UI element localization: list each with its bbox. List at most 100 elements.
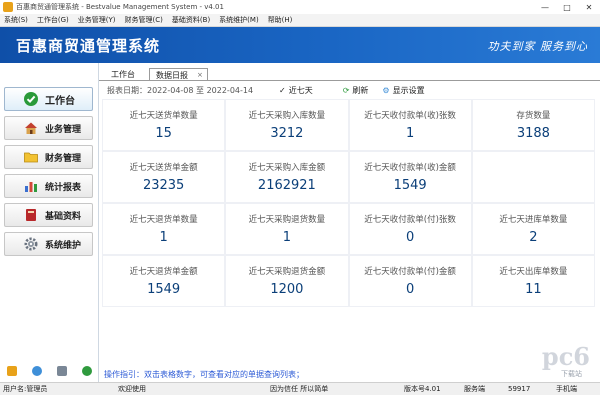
- window-title: 百惠商贸通管理系统 - Bestvalue Management System …: [16, 3, 224, 11]
- menu-maintenance[interactable]: 系统维护(M): [219, 15, 259, 25]
- sidebar-item-reports[interactable]: 统计报表: [4, 174, 93, 198]
- recent7-button[interactable]: ✓ 近七天: [279, 85, 313, 96]
- metric-value[interactable]: 1: [406, 126, 414, 141]
- window-controls: — □ ✕: [534, 0, 600, 14]
- metric-label: 近七天采购入库数量: [248, 111, 326, 121]
- metric-cell[interactable]: 近七天收付款单(付)张数 0: [349, 204, 471, 254]
- sidebar-item-maintenance[interactable]: 系统维护: [4, 232, 93, 256]
- status-welcome: 欢迎使用: [118, 385, 146, 393]
- metric-cell[interactable]: 近七天退货单数量 1: [103, 204, 225, 254]
- metric-value[interactable]: 2: [529, 230, 537, 245]
- main-content: 工作台 数据日报 × 报表日期：2022-04-08 至 2022-04-14 …: [99, 63, 600, 382]
- metric-label: 近七天采购退货金额: [248, 267, 326, 277]
- metric-label: 近七天送货单数量: [129, 111, 198, 121]
- sidebar-item-label: 统计报表: [45, 182, 82, 193]
- tab-label: 数据日报: [156, 70, 188, 80]
- header-banner: 百惠商贸通管理系统 功夫到家 服务到心: [0, 27, 600, 63]
- monitor-icon[interactable]: [56, 366, 67, 376]
- close-tab-icon[interactable]: ×: [197, 71, 203, 79]
- settings-icon: ⚙: [382, 86, 390, 95]
- clock-icon[interactable]: [32, 366, 43, 376]
- title-bar: 百惠商贸通管理系统 - Bestvalue Management System …: [0, 0, 600, 14]
- recent7-label: 近七天: [288, 86, 313, 95]
- metric-cell[interactable]: 存货数量 3188: [472, 100, 594, 150]
- operation-hint: 操作指引：双击表格数字，可查看对应的单据查询列表；: [104, 370, 304, 379]
- metric-value[interactable]: 15: [155, 126, 172, 141]
- menu-basic-data[interactable]: 基础资料(B): [172, 15, 210, 25]
- metric-cell[interactable]: 近七天采购入库金额 2162921: [226, 152, 348, 202]
- app-logo: 百惠商贸通管理系统: [16, 37, 161, 55]
- metric-cell[interactable]: 近七天采购退货金额 1200: [226, 256, 348, 306]
- tab-divider: [99, 80, 600, 81]
- metric-cell[interactable]: 近七天送货单数量 15: [103, 100, 225, 150]
- status-phone: 手机端: [556, 385, 577, 393]
- metric-cell[interactable]: 近七天收付款单(收)金额 1549: [349, 152, 471, 202]
- metric-label: 近七天采购退货数量: [248, 215, 326, 225]
- metric-cell[interactable]: 近七天采购退货数量 1: [226, 204, 348, 254]
- slogan: 功夫到家 服务到心: [487, 40, 588, 53]
- maximize-button[interactable]: □: [556, 0, 578, 14]
- metric-cell[interactable]: 近七天进库单数量 2: [472, 204, 594, 254]
- metric-value[interactable]: 23235: [143, 178, 184, 193]
- check-circle-icon: [22, 91, 40, 107]
- metric-cell[interactable]: 近七天收付款单(付)金额 0: [349, 256, 471, 306]
- metrics-grid: 近七天送货单数量 15 近七天采购入库数量 3212 近七天收付款单(收)张数 1 存…: [102, 99, 595, 307]
- minimize-button[interactable]: —: [534, 0, 556, 14]
- watermark-sub: 下载站: [561, 370, 582, 378]
- metric-cell[interactable]: 近七天送货单金额 23235: [103, 152, 225, 202]
- exit-icon[interactable]: [81, 366, 92, 376]
- menu-finance[interactable]: 财务管理(C): [125, 15, 163, 25]
- refresh-button[interactable]: ⟳ 刷新: [343, 85, 369, 96]
- note-icon[interactable]: [7, 366, 18, 376]
- report-toolbar: 报表日期：2022-04-08 至 2022-04-14 ✓ 近七天 ⟳ 刷新 …: [99, 83, 600, 98]
- metric-label: 近七天退货单数量: [129, 215, 198, 225]
- sidebar-item-business[interactable]: 业务管理: [4, 116, 93, 140]
- menu-workbench[interactable]: 工作台(G): [37, 15, 69, 25]
- metric-value[interactable]: 1: [283, 230, 291, 245]
- status-version: 版本号4.01: [404, 385, 441, 393]
- metric-label: 近七天退货单金额: [129, 267, 198, 277]
- gear-icon: [22, 236, 40, 252]
- close-button[interactable]: ✕: [578, 0, 600, 14]
- status-bar: 用户名:管理员 欢迎使用 因为信任 所以简单 版本号4.01 服务端 59917…: [0, 382, 600, 395]
- book-icon: [22, 207, 40, 223]
- refresh-label: 刷新: [352, 86, 369, 95]
- metric-label: 近七天收付款单(收)金额: [364, 163, 456, 173]
- sidebar-item-workbench[interactable]: 工作台: [4, 87, 93, 111]
- metric-cell[interactable]: 近七天采购入库数量 3212: [226, 100, 348, 150]
- metric-label: 近七天收付款单(付)张数: [364, 215, 456, 225]
- sidebar-item-finance[interactable]: 财务管理: [4, 145, 93, 169]
- display-settings-label: 显示设置: [392, 86, 425, 95]
- menu-system[interactable]: 系统(S): [4, 15, 28, 25]
- metric-value[interactable]: 1: [159, 230, 167, 245]
- metric-cell[interactable]: 近七天出库单数量 11: [472, 256, 594, 306]
- menu-business[interactable]: 业务管理(Y): [78, 15, 116, 25]
- metric-value[interactable]: 3188: [517, 126, 550, 141]
- metric-value[interactable]: 3212: [270, 126, 303, 141]
- metric-value[interactable]: 2162921: [258, 178, 316, 193]
- status-motto: 因为信任 所以简单: [270, 385, 329, 393]
- metric-cell[interactable]: 近七天退货单金额 1549: [103, 256, 225, 306]
- menu-bar: 系统(S) 工作台(G) 业务管理(Y) 财务管理(C) 基础资料(B) 系统维…: [0, 14, 600, 27]
- metric-value[interactable]: 1549: [394, 178, 427, 193]
- metric-value[interactable]: 1200: [270, 282, 303, 297]
- sidebar-item-label: 工作台: [45, 95, 75, 107]
- metric-cell[interactable]: 近七天收付款单(收)张数 1: [349, 100, 471, 150]
- metric-value[interactable]: 0: [406, 230, 414, 245]
- sidebar-item-label: 财务管理: [45, 153, 82, 164]
- metric-label: 近七天出库单数量: [499, 267, 568, 277]
- metric-value[interactable]: 0: [406, 282, 414, 297]
- display-settings-button[interactable]: ⚙ 显示设置: [382, 85, 424, 96]
- metric-cell-empty: [472, 152, 594, 202]
- report-date: 报表日期：2022-04-08 至 2022-04-14: [107, 86, 254, 95]
- status-port: 59917: [508, 385, 531, 393]
- sidebar: 工作台 业务管理 财务管理 统计报表 基础资料 系统维护: [0, 63, 99, 382]
- metric-label: 近七天送货单金额: [129, 163, 198, 173]
- metric-value[interactable]: 11: [525, 282, 542, 297]
- metric-label: 近七天收付款单(收)张数: [364, 111, 456, 121]
- metric-value[interactable]: 1549: [147, 282, 180, 297]
- sidebar-item-basic-data[interactable]: 基础资料: [4, 203, 93, 227]
- metric-label: 存货数量: [516, 111, 551, 121]
- menu-help[interactable]: 帮助(H): [268, 15, 293, 25]
- status-server: 服务端: [464, 385, 485, 393]
